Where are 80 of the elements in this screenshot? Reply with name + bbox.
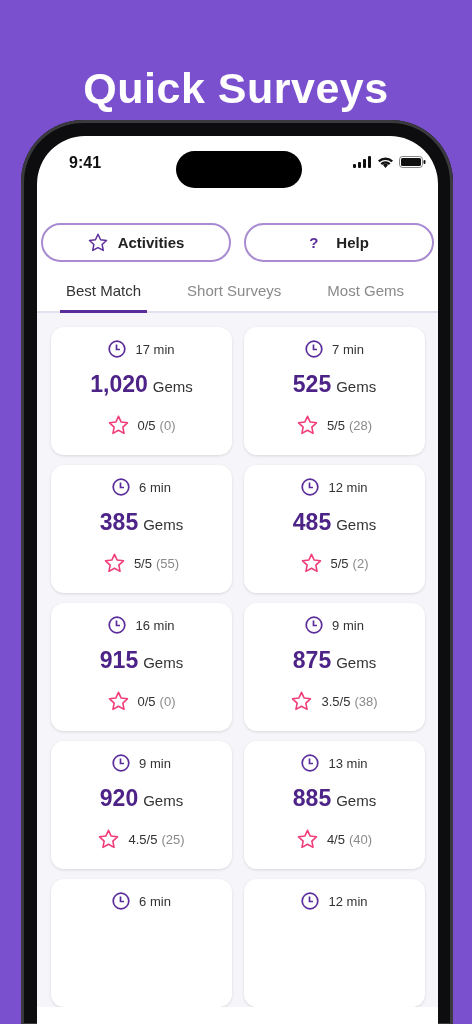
gems-amount: 525 <box>292 371 332 398</box>
gems-amount: 1,020 <box>90 371 148 398</box>
help-button[interactable]: ? Help <box>244 223 434 262</box>
rating-text: 3.5/5 <box>321 693 351 709</box>
clock-icon <box>301 478 320 496</box>
tab[interactable]: Short Surveys <box>181 273 288 313</box>
gems-label: Gems <box>143 516 184 533</box>
survey-card[interactable]: 13 min 885 Gems 4/5 (40) <box>244 741 425 869</box>
gems-label: Gems <box>152 378 193 395</box>
survey-card[interactable]: 9 min 920 Gems 4.5/5 (25) <box>51 741 232 869</box>
rating-text: 4/5 <box>326 831 345 847</box>
survey-card[interactable]: 16 min 915 Gems 0/5 (0) <box>51 603 232 731</box>
rating-text: 5/5 <box>330 555 349 571</box>
rating-text: 4.5/5 <box>128 831 158 847</box>
rating-text: 0/5 <box>137 417 156 433</box>
clock-icon <box>305 340 324 358</box>
rating-count: (0) <box>159 693 176 709</box>
survey-card[interactable]: 12 min <box>244 879 425 1007</box>
rating-text: 5/5 <box>133 555 152 571</box>
clock-icon <box>301 892 320 910</box>
duration-text: 9 min <box>139 755 171 771</box>
rating-text: 5/5 <box>326 417 345 433</box>
gems-amount: 885 <box>292 785 332 812</box>
signal-icon <box>353 156 372 168</box>
star-icon <box>87 233 108 252</box>
clock-icon <box>108 616 127 634</box>
gems-label: Gems <box>336 654 377 671</box>
gems-label: Gems <box>143 792 184 809</box>
gems-amount: 920 <box>99 785 139 812</box>
rating-text: 0/5 <box>137 693 156 709</box>
wifi-icon <box>377 156 394 168</box>
star-icon <box>107 691 129 711</box>
gems-amount: 385 <box>99 509 139 536</box>
rating-count: (40) <box>348 831 373 847</box>
rating-count: (28) <box>348 417 373 433</box>
star-icon <box>98 829 120 849</box>
gems-label: Gems <box>143 654 184 671</box>
clock-icon <box>108 340 127 358</box>
duration-text: 13 min <box>328 755 368 771</box>
rating-count: (38) <box>354 693 378 709</box>
duration-text: 16 min <box>135 617 175 633</box>
headline: Quick Surveys <box>83 64 389 114</box>
rating-count: (0) <box>159 417 176 433</box>
clock-icon <box>112 892 131 910</box>
star-icon <box>291 691 313 711</box>
duration-text: 12 min <box>328 893 368 909</box>
star-icon <box>107 415 129 435</box>
battery-icon <box>399 156 426 168</box>
duration-text: 6 min <box>139 479 171 495</box>
clock-icon <box>301 754 320 772</box>
tab[interactable]: Most Gems <box>321 273 410 313</box>
gems-amount: 485 <box>292 509 332 536</box>
survey-card[interactable]: 17 min 1,020 Gems 0/5 (0) <box>51 327 232 455</box>
rating-count: (2) <box>352 555 369 571</box>
survey-card[interactable]: 6 min <box>51 879 232 1007</box>
gems-amount: 915 <box>99 647 139 674</box>
clock-icon <box>112 478 131 496</box>
gems-amount: 875 <box>292 647 332 674</box>
duration-text: 7 min <box>332 341 364 357</box>
rating-count: (55) <box>155 555 180 571</box>
duration-text: 6 min <box>139 893 171 909</box>
duration-text: 9 min <box>332 617 364 633</box>
survey-card[interactable]: 12 min 485 Gems 5/5 (2) <box>244 465 425 593</box>
duration-text: 17 min <box>135 341 175 357</box>
survey-card[interactable]: 9 min 875 Gems 3.5/5 (38) <box>244 603 425 731</box>
star-icon <box>300 553 322 573</box>
status-time: 9:41 <box>69 153 102 172</box>
survey-card[interactable]: 6 min 385 Gems 5/5 (55) <box>51 465 232 593</box>
star-icon <box>296 415 318 435</box>
duration-text: 12 min <box>328 479 368 495</box>
star-icon <box>103 553 125 573</box>
gems-label: Gems <box>336 378 377 395</box>
gems-label: Gems <box>336 516 377 533</box>
activities-button[interactable]: Activities <box>41 223 231 262</box>
survey-card[interactable]: 7 min 525 Gems 5/5 (28) <box>244 327 425 455</box>
clock-icon <box>305 616 324 634</box>
star-icon <box>296 829 318 849</box>
clock-icon <box>112 754 131 772</box>
gems-label: Gems <box>336 792 377 809</box>
rating-count: (25) <box>161 831 185 847</box>
